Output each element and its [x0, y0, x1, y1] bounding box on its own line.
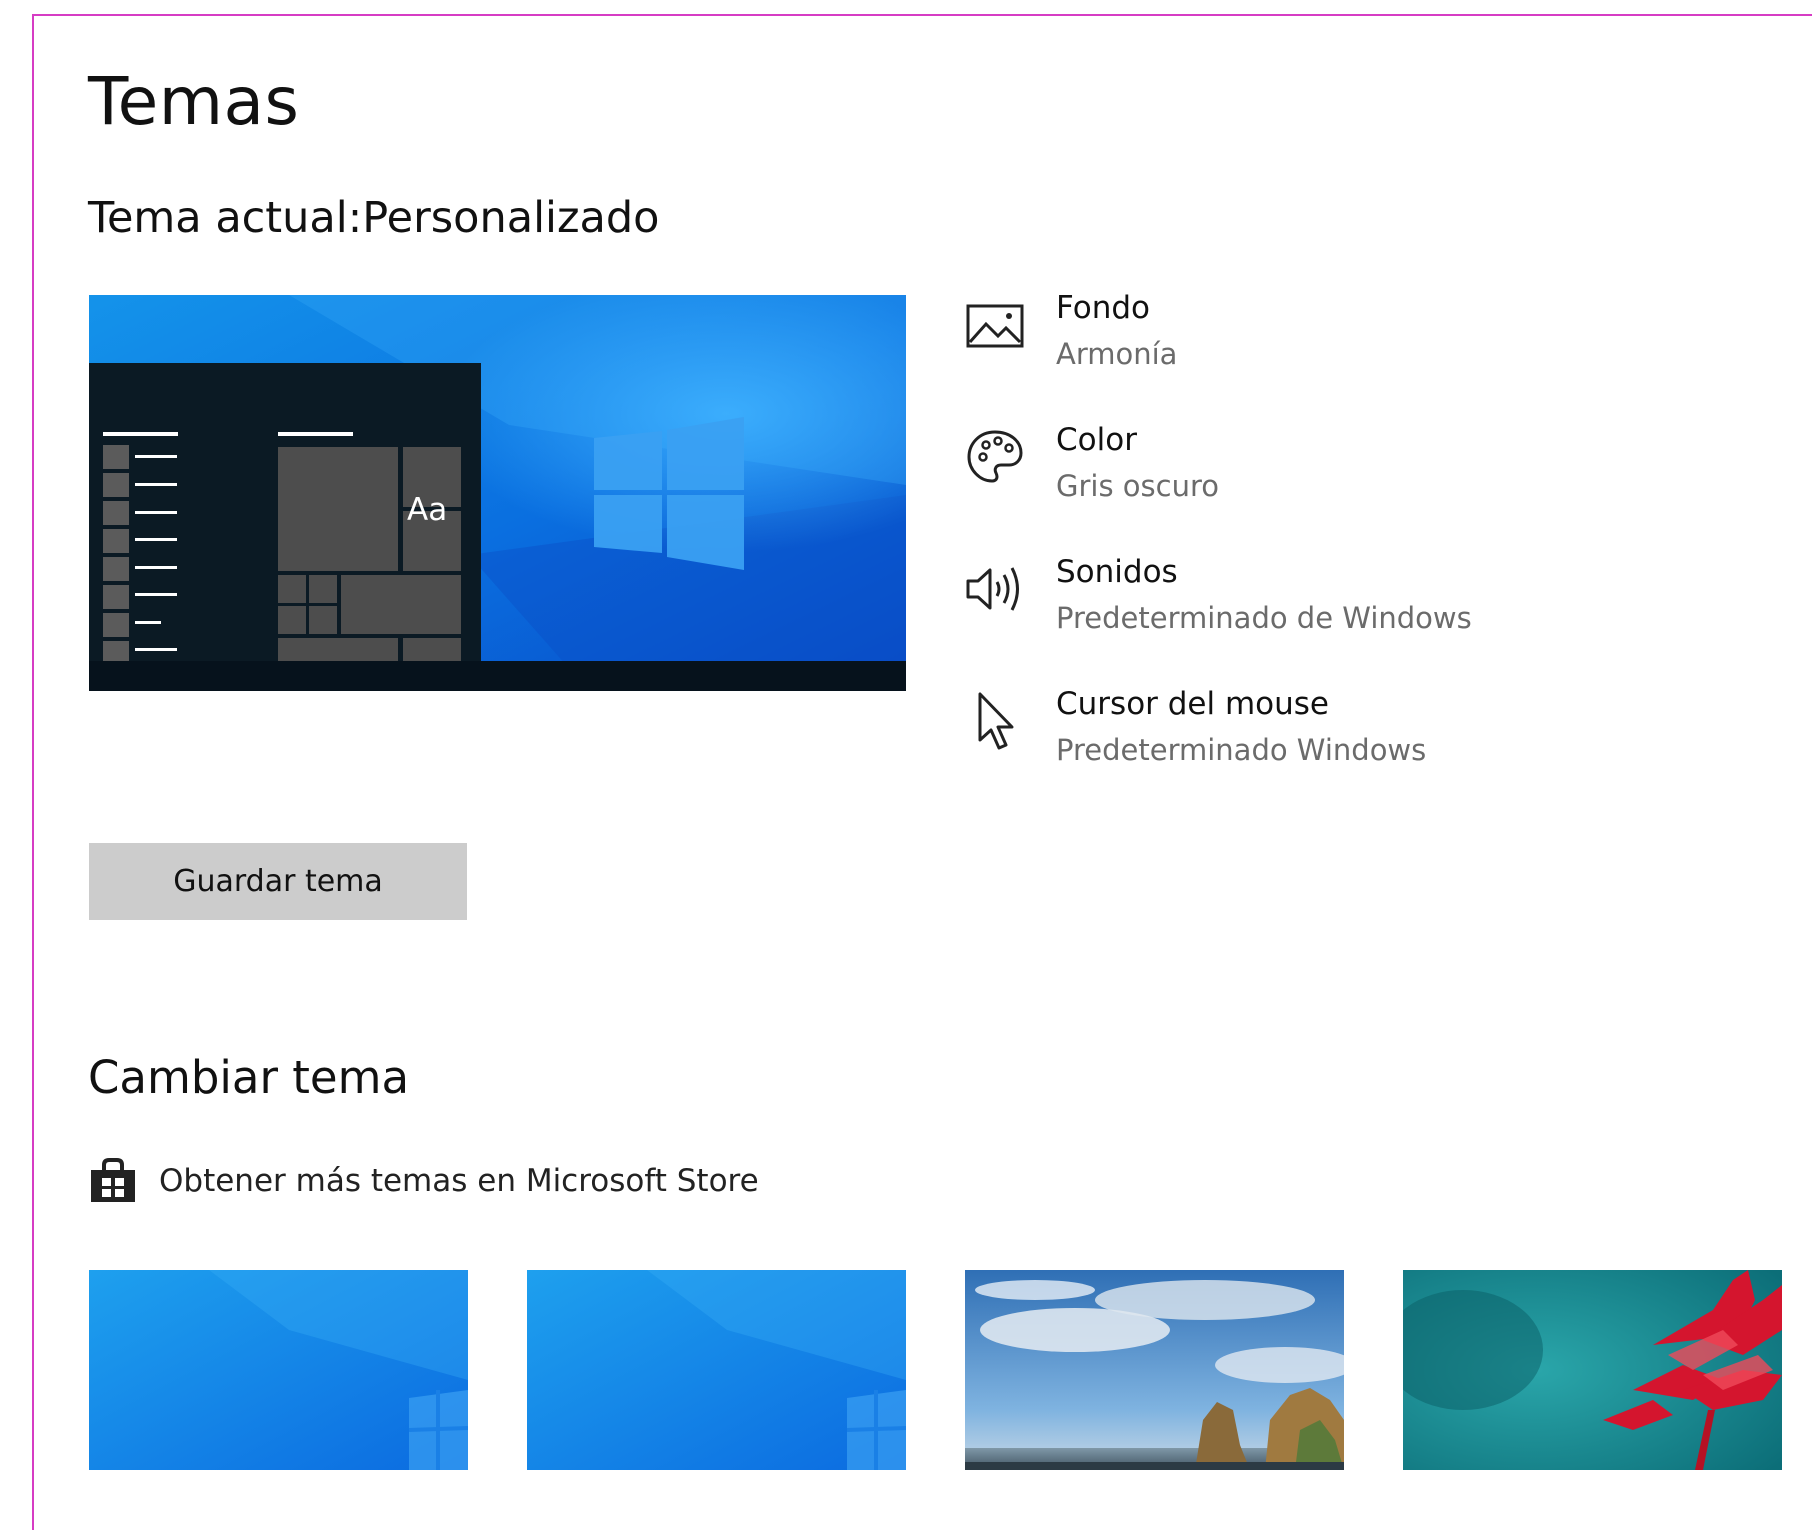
palette-icon [967, 430, 1023, 483]
theme-thumbnail-windows-blue-2[interactable] [527, 1270, 906, 1470]
preview-sample-text: Aa [407, 492, 448, 528]
color-value: Gris oscuro [1056, 469, 1219, 503]
shopping-bag-icon [91, 1158, 135, 1202]
microsoft-store-link[interactable]: Obtener más temas en Microsoft Store [89, 1158, 759, 1204]
theme-thumbnail-windows-blue-1[interactable] [89, 1270, 468, 1470]
color-title: Color [1056, 422, 1137, 458]
current-theme-value: Personalizado [362, 193, 660, 243]
page-title: Temas [88, 63, 300, 140]
mouse-cursor-title: Cursor del mouse [1056, 686, 1330, 722]
sounds-value: Predeterminado de Windows [1056, 601, 1472, 635]
background-value: Armonía [1056, 337, 1178, 371]
theme-thumbnail-red-flower[interactable] [1403, 1270, 1782, 1470]
background-title: Fondo [1056, 290, 1150, 326]
current-theme-heading: Tema actual:Personalizado [88, 190, 659, 246]
speaker-icon [966, 567, 1019, 611]
cursor-icon [978, 692, 1014, 750]
picture-icon [966, 304, 1024, 348]
change-theme-heading: Cambiar tema [88, 1051, 410, 1104]
theme-preview: Aa [89, 295, 906, 691]
theme-thumbnail-beach-rocks[interactable] [965, 1270, 1344, 1470]
current-theme-label: Tema actual: [88, 193, 363, 243]
save-theme-button[interactable]: Guardar tema [89, 843, 467, 920]
store-link-text: Obtener más temas en Microsoft Store [159, 1163, 759, 1199]
sounds-title: Sonidos [1056, 554, 1178, 590]
mouse-cursor-value: Predeterminado Windows [1056, 733, 1427, 767]
theme-preview-image [89, 295, 906, 691]
